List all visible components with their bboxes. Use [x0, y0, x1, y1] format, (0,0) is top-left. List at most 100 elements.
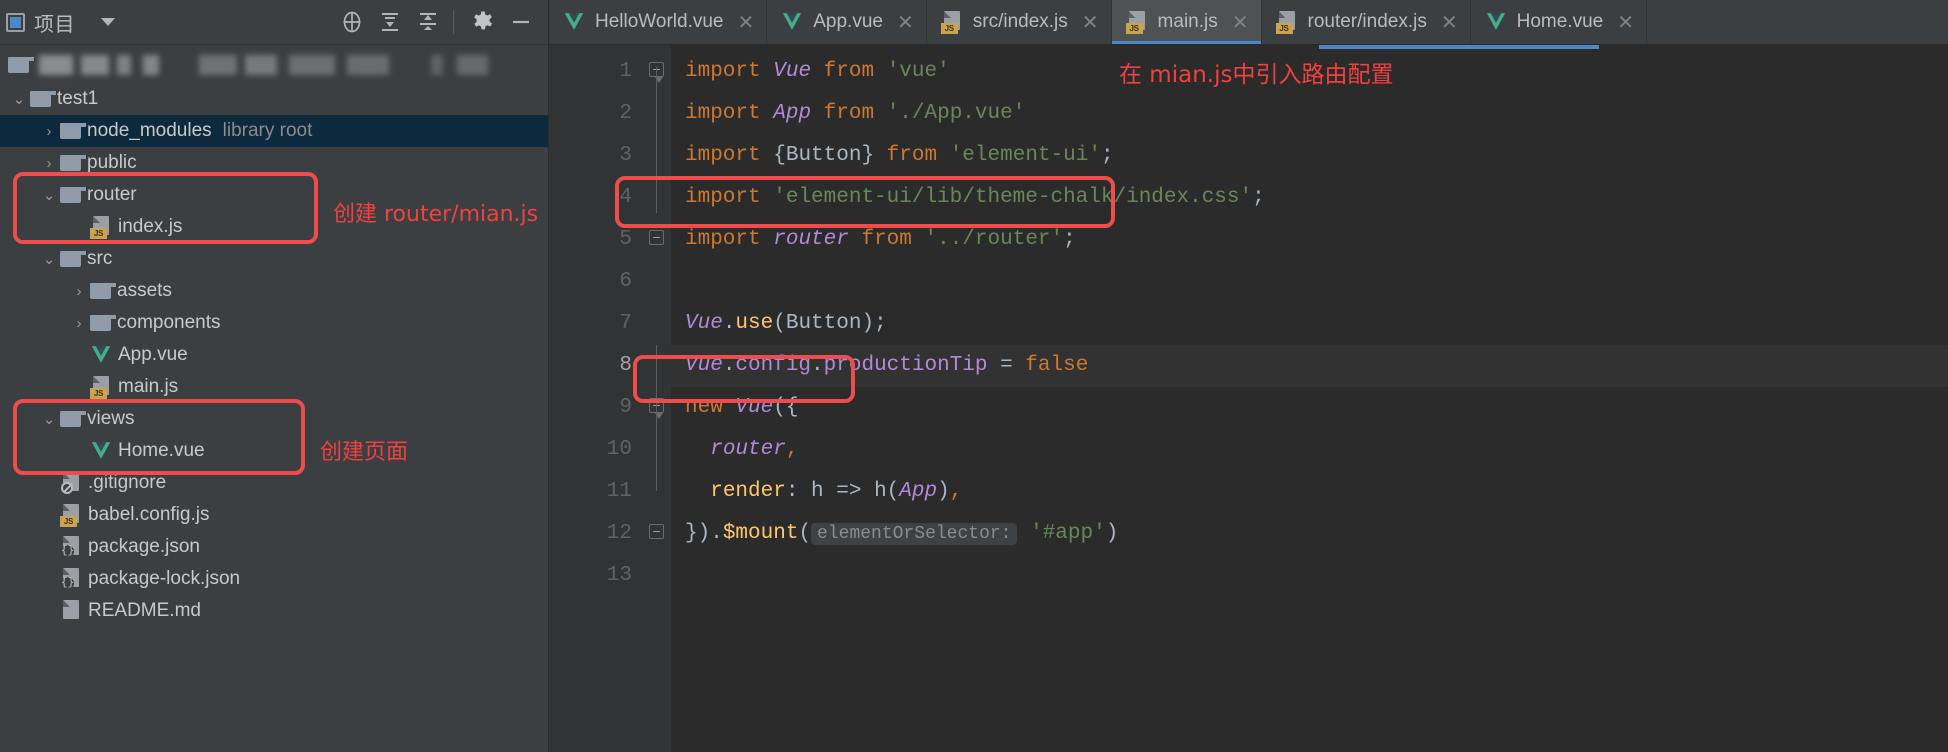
expand-all-icon[interactable] [373, 5, 407, 39]
tree-row[interactable]: ›{}package.json [0, 531, 548, 563]
gear-icon[interactable] [466, 5, 500, 39]
line-number: 13 [606, 564, 632, 587]
tree-item-label: node_modules [87, 120, 212, 141]
chevron-right-icon[interactable]: › [38, 155, 60, 172]
code-token: $mount [722, 522, 799, 545]
folder-icon [60, 251, 87, 267]
close-icon[interactable]: ✕ [1617, 12, 1634, 32]
redacted-path-text [39, 55, 488, 75]
chevron-right-icon[interactable]: › [38, 123, 60, 140]
chevron-right-icon[interactable]: › [68, 283, 90, 300]
fold-marker-line-5[interactable] [649, 230, 664, 245]
tree-row[interactable]: ›JSbabel.config.js [0, 499, 548, 531]
tree-row[interactable]: › node_modules library root [0, 115, 548, 147]
code-token: ( [798, 522, 812, 545]
code-token: 'element-ui/lib/theme-chalk/index.css' [773, 186, 1253, 209]
tree-row[interactable]: ⌄ src [0, 243, 548, 275]
tree-row[interactable]: ⌄ test1 [0, 83, 548, 115]
code-line[interactable]: router, [671, 429, 1948, 471]
code-token: ; [1063, 228, 1076, 251]
code-line[interactable]: new Vue({ [671, 387, 1948, 429]
locate-icon[interactable] [335, 5, 369, 39]
editor-area: HelloWorld.vue ✕ App.vue ✕ JS src/index.js ✕ JS… [549, 0, 1948, 752]
tree-row[interactable]: › assets [0, 275, 548, 307]
toolbar-divider [453, 10, 454, 34]
code-line[interactable] [671, 261, 1948, 303]
tree-row[interactable]: ›App.vue [0, 339, 548, 371]
editor-tab[interactable]: HelloWorld.vue ✕ [549, 0, 768, 44]
editor-tab[interactable]: Home.vue ✕ [1471, 0, 1647, 44]
chevron-down-icon[interactable] [101, 18, 115, 26]
code-line[interactable]: import {Button} from 'element-ui'; [671, 135, 1948, 177]
code-line[interactable]: import App from './App.vue' [671, 93, 1948, 135]
code-token: import [685, 186, 761, 209]
code-folding-column[interactable] [645, 45, 671, 752]
chevron-down-icon[interactable]: ⌄ [38, 186, 60, 204]
chevron-down-icon[interactable]: ⌄ [8, 90, 30, 108]
code-token: App [773, 102, 812, 125]
code-token: 'element-ui' [949, 144, 1101, 167]
close-icon[interactable]: ✕ [897, 12, 914, 32]
tree-item-label: components [117, 312, 221, 333]
editor-tab[interactable]: JS src/index.js ✕ [927, 0, 1112, 44]
editor-tab-label: Home.vue [1516, 11, 1604, 32]
tree-row[interactable]: ›README.md [0, 595, 548, 627]
close-icon[interactable]: ✕ [1441, 12, 1458, 32]
parameter-hint: elementOrSelector: [811, 523, 1018, 545]
line-number: 2 [619, 102, 632, 125]
close-icon[interactable]: ✕ [1082, 12, 1099, 32]
code-line[interactable]: }).$mount(elementOrSelector: '#app') [671, 513, 1948, 555]
line-number: 6 [619, 270, 632, 293]
tree-item-label: assets [117, 280, 172, 301]
json-file-icon: {} [60, 568, 82, 590]
chevron-down-icon[interactable]: ⌄ [38, 410, 60, 428]
code-line[interactable]: import router from '../router'; [671, 219, 1948, 261]
collapse-all-icon[interactable] [411, 5, 445, 39]
editor-tab[interactable]: App.vue ✕ [767, 0, 927, 44]
code-line[interactable]: Vue.config.productionTip = false [671, 345, 1948, 387]
redacted-project-path-row[interactable] [0, 47, 548, 83]
close-icon[interactable]: ✕ [1232, 12, 1249, 32]
code-line[interactable]: Vue.use(Button); [671, 303, 1948, 345]
editor-tab-bar[interactable]: HelloWorld.vue ✕ App.vue ✕ JS src/index.js ✕ JS… [549, 0, 1948, 45]
tree-row[interactable]: ›Home.vue [0, 435, 548, 467]
editor-tab[interactable]: JS main.js ✕ [1111, 0, 1262, 44]
annotation-label-router: 创建 router/mian.js [333, 202, 539, 227]
project-file-tree[interactable]: ⌄ test1 › node_modules library root › public ⌄ r… [0, 45, 548, 752]
vue-file-icon [781, 12, 803, 32]
editor-tab-label: HelloWorld.vue [595, 11, 724, 32]
code-line[interactable]: render: h => h(App), [671, 471, 1948, 513]
code-line[interactable]: import 'element-ui/lib/theme-chalk/index… [671, 177, 1948, 219]
minimize-icon[interactable] [504, 5, 538, 39]
folder-icon [60, 411, 87, 427]
folder-icon [30, 91, 57, 107]
tree-row[interactable]: ⌄ views [0, 403, 548, 435]
code-token: 'vue' [886, 60, 950, 83]
tree-row[interactable]: ›JSmain.js [0, 371, 548, 403]
vue-file-icon [563, 12, 585, 32]
line-number-gutter: 1 2 3 4 5 6 7 8 9 10 11 12 13 [549, 45, 645, 752]
tree-row[interactable]: › public [0, 147, 548, 179]
code-token: render [710, 480, 786, 503]
project-panel-title: 项目 [34, 13, 75, 36]
code-token: Vue [735, 396, 774, 419]
code-content[interactable]: import Vue from 'vue' import App from './… [671, 45, 1948, 752]
chevron-down-icon[interactable]: ⌄ [38, 250, 60, 268]
tree-item-label: .gitignore [88, 472, 167, 493]
js-file-icon: JS [1275, 11, 1298, 34]
close-icon[interactable]: ✕ [737, 12, 754, 32]
code-line[interactable] [671, 555, 1948, 597]
editor-tab[interactable]: JS router/index.js ✕ [1262, 0, 1471, 44]
fold-marker-line-12[interactable] [649, 524, 664, 539]
code-token: Vue [773, 60, 812, 83]
chevron-right-icon[interactable]: › [68, 315, 90, 332]
tree-row[interactable]: ›.gitignore [0, 467, 548, 499]
tree-row[interactable]: › components [0, 307, 548, 339]
project-tool-window: 项目 ⌄ test1 › node_modules library root ›… [0, 0, 549, 752]
line-number: 4 [619, 186, 632, 209]
tree-row[interactable]: ›{}package-lock.json [0, 563, 548, 595]
